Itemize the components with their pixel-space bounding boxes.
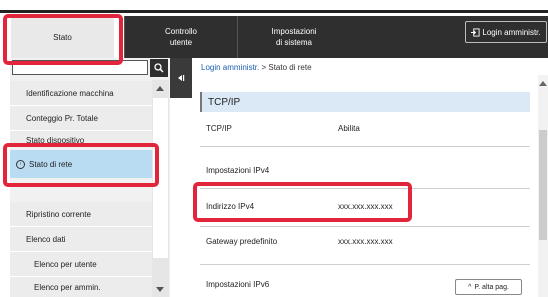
page-top-button[interactable]: ^ P. alta pag.	[455, 279, 522, 295]
tab-controllo-utente[interactable]: Controllo utente	[124, 16, 237, 58]
top-border	[0, 10, 548, 13]
sidebar-item-ripristino[interactable]: Ripristino corrente	[10, 202, 152, 226]
divider	[200, 226, 530, 227]
scroll-down-icon[interactable]	[156, 287, 164, 292]
breadcrumb-separator: >	[259, 63, 269, 72]
tab-impostazioni-label: Impostazioni di sistema	[271, 27, 317, 47]
row-label-tcpip: TCP/IP	[206, 124, 232, 133]
sidebar-scrollbar[interactable]	[152, 80, 169, 297]
search-icon	[154, 63, 164, 73]
highlight-tab-stato	[3, 14, 123, 65]
main-scroll-thumb[interactable]	[539, 130, 547, 240]
divider	[200, 146, 530, 147]
collapse-left-icon	[178, 75, 185, 81]
login-admin-label: Login amministr.	[482, 27, 541, 37]
row-value-tcpip: Abilita	[338, 124, 360, 133]
sidebar-item-label: Ripristino corrente	[26, 209, 91, 219]
row-value-gateway: xxx.xxx.xxx.xxx	[338, 237, 393, 246]
sidebar-item-elenco-dati[interactable]: Elenco dati	[10, 227, 152, 251]
sidebar-item-identificazione[interactable]: Identificazione macchina	[10, 81, 152, 105]
breadcrumb-login-link[interactable]: Login amministr.	[201, 63, 259, 72]
login-icon	[471, 27, 480, 37]
sidebar-item-elenco-per-utente[interactable]: Elenco per utente	[10, 252, 152, 276]
sidebar-item-conteggio[interactable]: Conteggio Pr. Totale	[10, 106, 152, 130]
sidebar-collapse-handle[interactable]	[170, 58, 192, 98]
sidebar-item-label: Elenco per ammin.	[34, 282, 101, 292]
row-label-impostazioni-ipv4: Impostazioni IPv4	[206, 166, 270, 175]
sidebar-item-label: Identificazione macchina	[26, 88, 114, 98]
highlight-stato-di-rete	[3, 143, 159, 187]
main-scrollbar[interactable]	[538, 75, 548, 297]
search-button[interactable]	[150, 59, 168, 77]
divider	[200, 264, 530, 265]
page-top-label: P. alta pag.	[474, 283, 509, 291]
breadcrumb-current: Stato di rete	[268, 63, 312, 72]
row-label-gateway: Gateway predefinito	[206, 237, 278, 246]
sidebar-item-elenco-per-ammin[interactable]: Elenco per ammin.	[10, 277, 152, 297]
scroll-up-icon[interactable]	[156, 86, 164, 91]
tab-controllo-label: Controllo utente	[164, 27, 197, 47]
highlight-indirizzo-ipv4	[193, 182, 412, 222]
tab-impostazioni-sistema[interactable]: Impostazioni di sistema	[237, 16, 350, 58]
sidebar-item-label: Elenco dati	[26, 234, 66, 244]
section-title: TCP/IP	[208, 96, 241, 108]
sidebar-item-label: Elenco per utente	[34, 259, 97, 269]
scroll-up-icon[interactable]	[539, 81, 547, 86]
section-header-tcpip: TCP/IP	[200, 92, 530, 112]
sidebar-item-label: Conteggio Pr. Totale	[26, 113, 98, 123]
row-label-impostazioni-ipv6: Impostazioni IPv6	[206, 280, 270, 289]
chevron-up-icon: ^	[468, 283, 472, 291]
breadcrumb: Login amministr. > Stato di rete	[201, 63, 312, 72]
login-admin-button[interactable]: Login amministr.	[465, 21, 547, 43]
